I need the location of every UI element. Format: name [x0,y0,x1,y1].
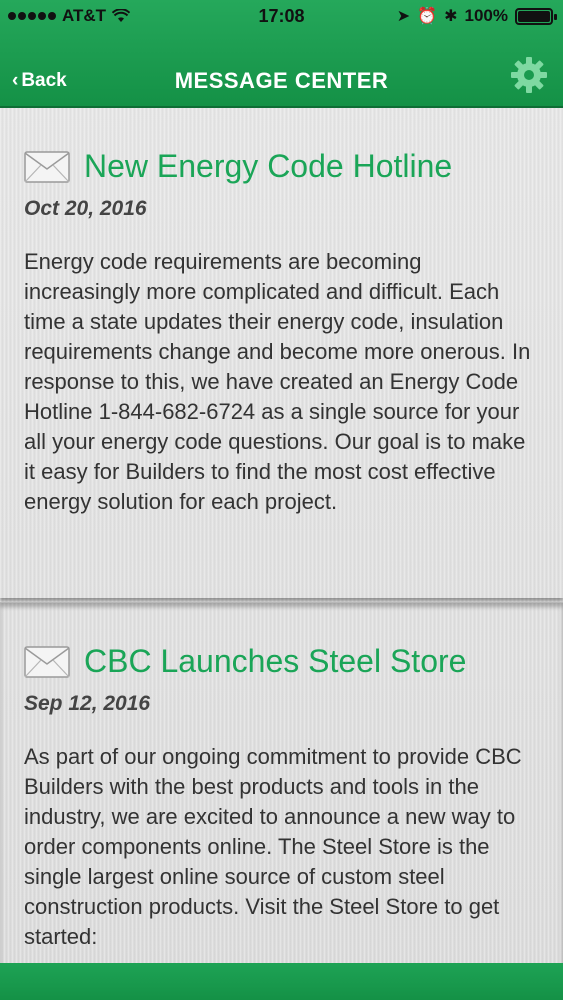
envelope-icon [24,150,70,183]
location-arrow-icon: ➤ [396,8,411,25]
message-header: CBC Launches Steel Store [24,643,539,680]
status-bar: AT&T 17:08 ➤ ⏰ ✱ 100% [0,0,563,34]
battery-icon [515,7,557,25]
status-right: ➤ ⏰ ✱ 100% [396,6,557,26]
battery-percent: 100% [464,6,508,25]
envelope-icon [24,645,70,678]
message-date: Oct 20, 2016 [24,197,147,220]
footer-bar [0,963,563,1000]
message-header: New Energy Code Hotline [24,148,539,185]
message-body: As part of our ongoing commitment to pro… [24,744,522,949]
message-item[interactable]: CBC Launches Steel Store Sep 12, 2016 As… [0,602,563,963]
page-title: MESSAGE CENTER [174,68,389,93]
message-title[interactable]: CBC Launches Steel Store [84,643,466,680]
app-header: AT&T 17:08 ➤ ⏰ ✱ 100% ‹ Back MESSAGE CEN… [0,0,563,108]
gear-icon[interactable] [509,55,549,95]
message-item[interactable]: New Energy Code Hotline Oct 20, 2016 Ene… [0,108,563,598]
message-list[interactable]: New Energy Code Hotline Oct 20, 2016 Ene… [0,108,563,963]
alarm-icon: ⏰ [417,8,438,25]
message-date: Sep 12, 2016 [24,692,151,715]
message-body: Energy code requirements are becoming in… [24,249,531,514]
bluetooth-icon: ✱ [444,8,458,25]
message-title[interactable]: New Energy Code Hotline [84,148,452,185]
